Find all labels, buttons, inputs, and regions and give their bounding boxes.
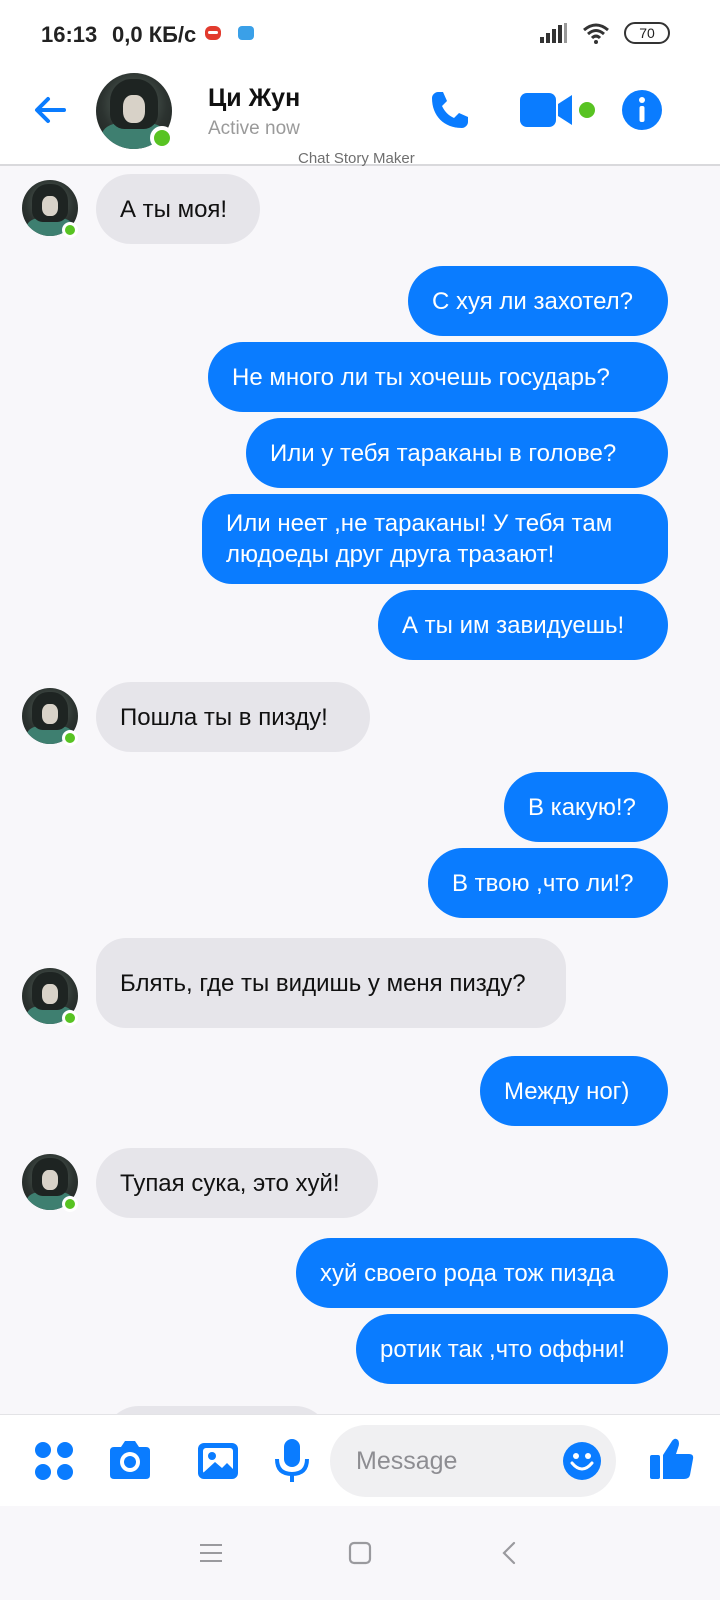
message-text: Или неет ,не тараканы! У тебя там людоед… [226,510,613,568]
message-text: Блять, где ты видишь у меня пизду? [120,969,526,997]
message-bubble-partial [104,1406,330,1414]
info-icon[interactable] [620,88,664,132]
message-text: В твою ,что ли!? [452,869,634,897]
message-bubble-incoming[interactable]: А ты моя! [96,174,260,244]
microphone-icon[interactable] [268,1437,316,1485]
battery-icon: 70 [624,22,670,44]
contact-name[interactable]: Ци Жун [208,84,300,113]
battery-level: 70 [639,25,655,41]
phone-icon[interactable] [426,86,474,134]
watermark: Chat Story Maker [298,150,415,167]
message-bubble-outgoing[interactable]: Между ног) [480,1056,668,1126]
contact-status: Active now [208,118,300,139]
message-bubble-incoming[interactable]: Блять, где ты видишь у меня пизду? [96,938,566,1028]
message-text: Не много ли ты хочешь государь? [232,363,610,391]
signal-icon [540,23,567,43]
message-bubble-outgoing[interactable]: С хуя ли захотел? [408,266,668,336]
message-bubble-outgoing[interactable]: хуй своего рода тож пизда [296,1238,668,1308]
back-arrow-icon[interactable] [28,88,72,132]
app-notification-icon [205,26,221,40]
message-text: А ты моя! [120,195,228,223]
message-field[interactable] [330,1425,616,1497]
wifi-icon [583,23,609,44]
message-bubble-incoming[interactable]: Тупая сука, это хуй! [96,1148,378,1218]
online-indicator [150,126,174,150]
message-text: ротик так ,что оффни! [380,1335,626,1363]
message-text: хуй своего рода тож пизда [320,1259,615,1287]
message-bubble-outgoing[interactable]: А ты им завидуешь! [378,590,668,660]
video-camera-icon[interactable] [520,90,574,130]
message-text: Пошла ты в пизду! [120,703,328,731]
thumbs-up-icon[interactable] [648,1435,696,1483]
message-bubble-outgoing[interactable]: ротик так ,что оффни! [356,1314,668,1384]
message-bubble-outgoing[interactable]: В твою ,что ли!? [428,848,668,918]
status-bar: 16:13 0,0 КБ/с 70 [0,0,720,68]
back-icon[interactable] [494,1536,528,1570]
game-notification-icon [238,26,254,40]
video-online-dot [579,102,595,118]
message-bubble-outgoing[interactable]: Или у тебя тараканы в голове? [246,418,668,488]
chat-header: Ци Жун Active now Chat Story Maker [0,68,720,167]
message-text: Тупая сука, это хуй! [120,1169,340,1197]
camera-icon[interactable] [106,1437,154,1485]
gallery-icon[interactable] [194,1437,242,1485]
message-bubble-outgoing[interactable]: Не много ли ты хочешь государь? [208,342,668,412]
message-text: Или у тебя тараканы в голове? [270,439,617,467]
message-text: Между ног) [504,1077,630,1105]
message-text: С хуя ли захотел? [432,287,633,315]
online-indicator [62,1196,78,1212]
message-bubble-outgoing[interactable]: В какую!? [504,772,668,842]
message-bubble-incoming[interactable]: Пошла ты в пизду! [96,682,370,752]
message-bubble-outgoing[interactable]: Или неет ,не тараканы! У тебя там людоед… [202,494,668,584]
message-list[interactable]: А ты моя! С хуя ли захотел? Не много ли … [0,166,720,1414]
message-text: А ты им завидуешь! [402,611,625,639]
emoji-icon[interactable] [562,1441,602,1481]
online-indicator [62,730,78,746]
network-speed: 0,0 КБ/с [112,22,197,47]
message-text: В какую!? [528,793,636,821]
composer-bar [0,1414,720,1506]
system-nav-bar [0,1506,720,1600]
status-time: 16:13 [41,22,98,47]
apps-grid-icon[interactable] [30,1437,78,1485]
menu-icon[interactable] [194,1536,228,1570]
home-icon[interactable] [343,1536,377,1570]
online-indicator [62,222,78,238]
online-indicator [62,1010,78,1026]
message-input[interactable] [356,1445,546,1477]
